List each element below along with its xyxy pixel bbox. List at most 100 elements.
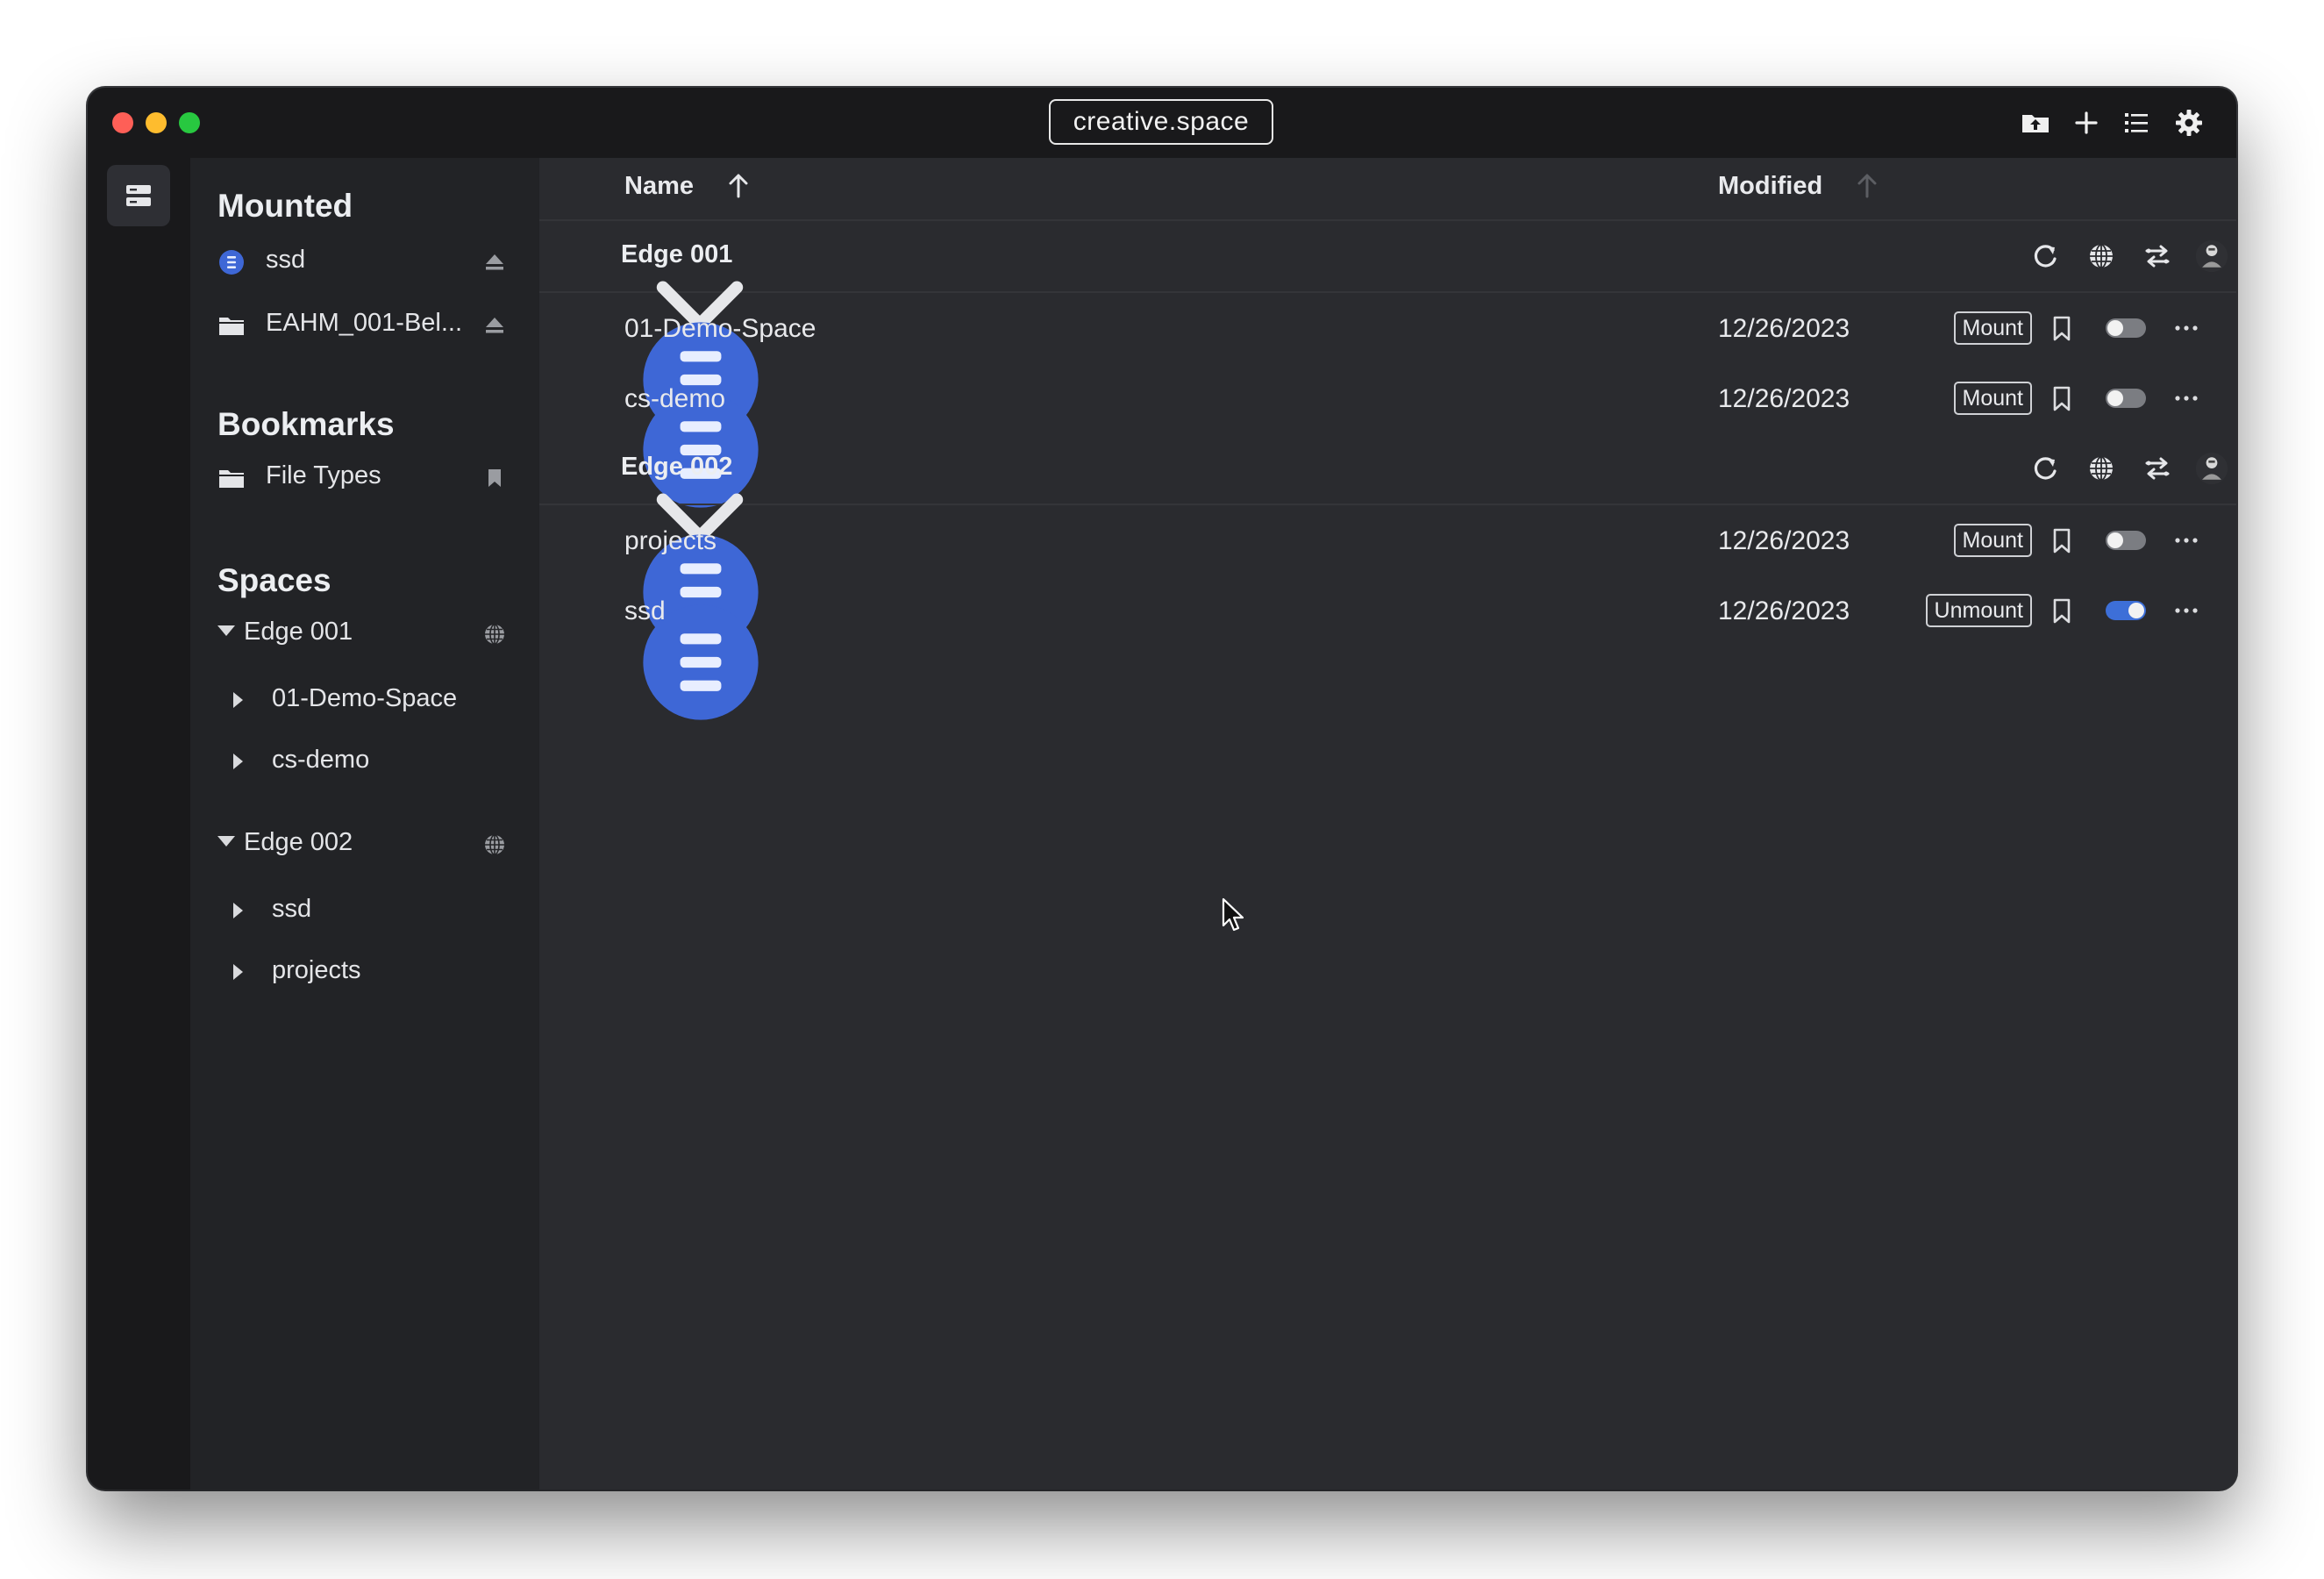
- storage-icon[interactable]: [107, 165, 170, 226]
- group-row-edge-002[interactable]: Edge 002: [539, 433, 2236, 505]
- refresh-icon[interactable]: [2026, 237, 2064, 275]
- mount-button[interactable]: Mount: [1953, 382, 2032, 415]
- space-item-label: cs-demo: [272, 746, 370, 774]
- window-title: creative.space: [1049, 99, 1273, 145]
- caret-down-icon[interactable]: [217, 625, 235, 636]
- row-modified: 12/26/2023: [1718, 597, 1850, 625]
- mount-button[interactable]: Mount: [1953, 524, 2032, 557]
- bookmark-icon[interactable]: [2047, 596, 2077, 625]
- more-options-icon[interactable]: [2171, 597, 2201, 625]
- mounted-item-ssd[interactable]: ssd: [190, 240, 539, 284]
- bookmarks-heading: Bookmarks: [217, 406, 395, 442]
- mount-toggle[interactable]: [2106, 318, 2146, 338]
- bookmark-item-label: File Types: [266, 461, 381, 489]
- eject-icon[interactable]: [483, 314, 506, 337]
- caret-down-icon[interactable]: [217, 836, 235, 847]
- sidebar: Mounted ssd EAHM_001-Bel... Bookmarks Fi…: [190, 158, 539, 1490]
- group-actions: [2026, 237, 2210, 275]
- bookmark-icon[interactable]: [483, 467, 506, 489]
- mouse-cursor-icon: [1221, 897, 1247, 934]
- user-avatar-icon[interactable]: [2194, 449, 2229, 488]
- title-bar: creative.space: [88, 88, 2236, 158]
- sync-icon[interactable]: [2138, 237, 2177, 275]
- table-row[interactable]: 01-Demo-Space 12/26/2023 Mount: [539, 293, 2236, 363]
- modified-column-header[interactable]: Modified: [1718, 172, 1822, 201]
- bookmark-icon[interactable]: [2047, 383, 2077, 413]
- space-item-label: ssd: [272, 895, 312, 923]
- group-name: Edge 001: [621, 240, 733, 268]
- plus-icon[interactable]: [2071, 107, 2102, 139]
- settings-gear-icon[interactable]: [2173, 107, 2205, 139]
- space-item-projects[interactable]: projects: [190, 951, 539, 995]
- space-group-edge-002[interactable]: Edge 002: [190, 823, 539, 867]
- caret-right-icon[interactable]: [233, 692, 243, 708]
- row-name: cs-demo: [624, 384, 726, 413]
- group-name: Edge 002: [621, 453, 733, 481]
- bookmark-icon[interactable]: [2047, 313, 2077, 343]
- space-item-label: projects: [272, 956, 361, 984]
- sort-ascending-icon[interactable]: [725, 170, 752, 202]
- folder-icon: [217, 464, 246, 492]
- space-group-edge-001[interactable]: Edge 001: [190, 612, 539, 656]
- chevron-down-icon[interactable]: [568, 242, 596, 270]
- globe-icon[interactable]: [483, 833, 506, 856]
- unmount-button[interactable]: Unmount: [1925, 594, 2032, 627]
- main-panel: Name Modified Edge 001 01-Demo-Space 12/…: [539, 158, 2236, 1490]
- table-row[interactable]: projects 12/26/2023 Mount: [539, 505, 2236, 575]
- row-modified: 12/26/2023: [1718, 526, 1850, 555]
- mounted-item-label: ssd: [266, 246, 306, 274]
- caret-right-icon[interactable]: [233, 964, 243, 980]
- folder-upload-icon[interactable]: [2020, 107, 2051, 139]
- space-item-label: 01-Demo-Space: [272, 684, 458, 712]
- table-row[interactable]: ssd 12/26/2023 Unmount: [539, 575, 2236, 646]
- mount-button[interactable]: Mount: [1953, 311, 2032, 345]
- mounted-item-label: EAHM_001-Bel...: [266, 309, 463, 337]
- globe-icon[interactable]: [2082, 449, 2121, 488]
- chevron-down-icon[interactable]: [568, 454, 596, 482]
- space-item-ssd[interactable]: ssd: [190, 890, 539, 933]
- refresh-icon[interactable]: [2026, 449, 2064, 488]
- group-row-edge-001[interactable]: Edge 001: [539, 221, 2236, 293]
- caret-right-icon[interactable]: [233, 754, 243, 769]
- more-options-icon[interactable]: [2171, 384, 2201, 412]
- sync-icon[interactable]: [2138, 449, 2177, 488]
- more-options-icon[interactable]: [2171, 526, 2201, 554]
- folder-icon: [217, 311, 246, 339]
- space-item-cs-demo[interactable]: cs-demo: [190, 740, 539, 784]
- mounted-heading: Mounted: [217, 188, 353, 224]
- mount-toggle[interactable]: [2106, 531, 2146, 550]
- bookmark-icon[interactable]: [2047, 525, 2077, 555]
- drive-icon: [569, 597, 597, 625]
- drive-icon: [569, 314, 597, 342]
- table-row[interactable]: cs-demo 12/26/2023 Mount: [539, 363, 2236, 433]
- column-header: Name Modified: [539, 158, 2236, 221]
- row-name: 01-Demo-Space: [624, 314, 816, 343]
- row-name: ssd: [624, 597, 666, 625]
- name-column-header[interactable]: Name: [624, 172, 694, 201]
- eject-icon[interactable]: [483, 251, 506, 274]
- bookmark-item-file-types[interactable]: File Types: [190, 456, 539, 500]
- row-modified: 12/26/2023: [1718, 384, 1850, 413]
- globe-icon[interactable]: [2082, 237, 2121, 275]
- app-window: creative.space Mounted ssd EAHM_001-Bel.…: [88, 88, 2236, 1490]
- close-window-button[interactable]: [112, 112, 133, 133]
- list-icon[interactable]: [2121, 107, 2152, 139]
- minimize-window-button[interactable]: [146, 112, 167, 133]
- row-modified: 12/26/2023: [1718, 314, 1850, 343]
- sort-ascending-inactive-icon[interactable]: [1854, 170, 1880, 202]
- user-avatar-icon[interactable]: [2194, 237, 2229, 275]
- mounted-item-eahm[interactable]: EAHM_001-Bel...: [190, 304, 539, 347]
- space-group-label: Edge 002: [244, 828, 353, 856]
- maximize-window-button[interactable]: [179, 112, 200, 133]
- drive-icon: [569, 384, 597, 412]
- more-options-icon[interactable]: [2171, 314, 2201, 342]
- globe-icon[interactable]: [483, 623, 506, 646]
- space-group-label: Edge 001: [244, 618, 353, 646]
- left-rail: [88, 158, 190, 1490]
- drive-icon: [217, 248, 246, 276]
- drive-icon: [569, 526, 597, 554]
- mount-toggle[interactable]: [2106, 389, 2146, 408]
- caret-right-icon[interactable]: [233, 903, 243, 918]
- space-item-01-demo-space[interactable]: 01-Demo-Space: [190, 679, 539, 723]
- mount-toggle[interactable]: [2106, 601, 2146, 620]
